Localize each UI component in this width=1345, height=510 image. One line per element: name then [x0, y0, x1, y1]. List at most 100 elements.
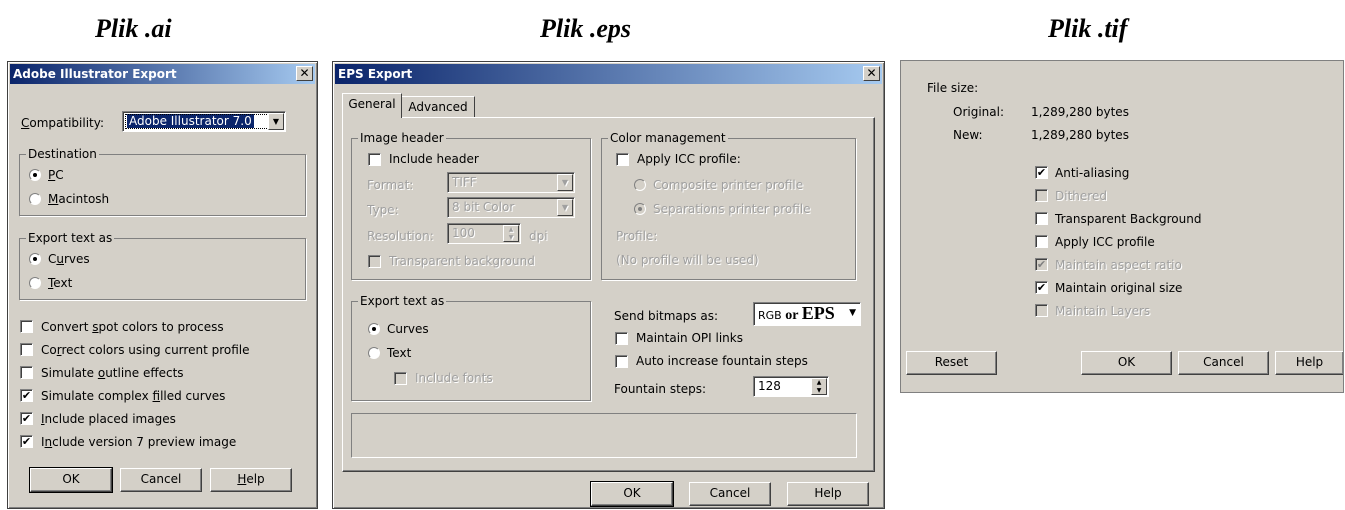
eps-curves-radio[interactable]: [368, 323, 380, 335]
maintain-layers-checkbox[interactable]: [1035, 304, 1048, 317]
composite-radio[interactable]: [634, 179, 646, 191]
correct-colors-checkbox[interactable]: [20, 343, 33, 356]
color-management-label: Color management: [608, 131, 728, 145]
include-header-checkbox[interactable]: [368, 153, 381, 166]
destination-pc-radio[interactable]: [29, 169, 41, 181]
reset-button[interactable]: Reset: [906, 351, 997, 375]
transparent-bg-label[interactable]: Transparent background: [389, 254, 535, 268]
chevron-down-icon[interactable]: ▼: [268, 113, 284, 130]
tab-general[interactable]: General: [342, 93, 402, 118]
heading-eps: Plik .eps: [540, 14, 631, 43]
tab-advanced[interactable]: Advanced: [401, 96, 475, 118]
fountain-steps-input[interactable]: 128 ▲ ▼: [753, 376, 829, 397]
eps-ok-button[interactable]: OK: [590, 481, 674, 507]
chevron-down-icon[interactable]: ▼: [849, 303, 856, 323]
eps-cancel-button[interactable]: Cancel: [689, 482, 771, 506]
simulate-complex-label[interactable]: Simulate complex filled curves: [41, 389, 225, 403]
heading-tif: Plik .tif: [1048, 14, 1128, 43]
eps-text-radio[interactable]: [368, 347, 380, 359]
export-text-option-label[interactable]: Text: [48, 276, 72, 290]
format-select[interactable]: TIFF ▼: [447, 172, 575, 193]
maintain-opi-label[interactable]: Maintain OPI links: [636, 331, 743, 345]
new-label: New:: [953, 128, 983, 142]
chevron-down-icon[interactable]: ▼: [557, 174, 573, 191]
chevron-down-icon[interactable]: ▼: [557, 199, 573, 216]
convert-spot-checkbox[interactable]: [20, 320, 33, 333]
auto-fountain-label[interactable]: Auto increase fountain steps: [636, 354, 808, 368]
composite-label[interactable]: Composite printer profile: [653, 178, 803, 192]
destination-mac-radio[interactable]: [29, 193, 41, 205]
ai-cancel-button[interactable]: Cancel: [120, 468, 202, 492]
apply-icc-label[interactable]: Apply ICC profile:: [637, 152, 741, 166]
include-preview-checkbox[interactable]: ✔: [20, 435, 33, 448]
color-management-group: Color management Apply ICC profile: Comp…: [601, 131, 856, 280]
compatibility-select[interactable]: Adobe Illustrator 7.0 ▼: [122, 111, 286, 132]
tif-apply-icc-label[interactable]: Apply ICC profile: [1055, 235, 1155, 249]
export-curves-label[interactable]: Curves: [48, 252, 90, 266]
close-icon[interactable]: ✕: [863, 66, 880, 81]
fountain-steps-label: Fountain steps:: [614, 382, 707, 396]
simulate-outline-label[interactable]: Simulate outline effects: [41, 366, 184, 380]
include-fonts-checkbox[interactable]: [394, 372, 407, 385]
heading-ai: Plik .ai: [95, 14, 172, 43]
simulate-complex-checkbox[interactable]: ✔: [20, 389, 33, 402]
maintain-aspect-label[interactable]: Maintain aspect ratio: [1055, 258, 1182, 272]
separations-label[interactable]: Separations printer profile: [653, 202, 811, 216]
ai-help-button[interactable]: Help: [210, 468, 292, 492]
resolution-input[interactable]: 100 ▲ ▼: [447, 223, 521, 244]
eps-curves-label[interactable]: Curves: [387, 322, 429, 336]
transparent-background-label[interactable]: Transparent Background: [1055, 212, 1201, 226]
original-value: 1,289,280 bytes: [1031, 105, 1129, 119]
eps-export-text-label: Export text as: [358, 294, 447, 308]
eps-text-label[interactable]: Text: [387, 346, 411, 360]
type-select[interactable]: 8 bit Color ▼: [447, 197, 575, 218]
correct-colors-label[interactable]: Correct colors using current profile: [41, 343, 250, 357]
tif-apply-icc-checkbox[interactable]: [1035, 235, 1048, 248]
maintain-original-size-checkbox[interactable]: ✔: [1035, 281, 1048, 294]
include-preview-label[interactable]: Include version 7 preview image: [41, 435, 236, 449]
maintain-opi-checkbox[interactable]: [615, 332, 628, 345]
image-header-group: Image header Include header Format: TIFF…: [351, 131, 591, 280]
transparent-background-checkbox[interactable]: [1035, 212, 1048, 225]
spinner-icon[interactable]: ▲ ▼: [811, 378, 827, 395]
dithered-label[interactable]: Dithered: [1055, 189, 1107, 203]
resolution-unit: dpi: [529, 229, 548, 243]
ai-export-dialog: Adobe Illustrator Export ✕ Compatibility…: [7, 61, 318, 509]
eps-help-button[interactable]: Help: [787, 482, 869, 506]
include-placed-label[interactable]: Include placed images: [41, 412, 176, 426]
ai-ok-button[interactable]: OK: [29, 467, 113, 493]
export-curves-radio[interactable]: [29, 253, 41, 265]
separations-radio[interactable]: [634, 203, 646, 215]
apply-icc-checkbox[interactable]: [616, 153, 629, 166]
close-icon[interactable]: ✕: [296, 66, 313, 81]
general-panel: Image header Include header Format: TIFF…: [342, 117, 875, 472]
description-box: [351, 413, 857, 458]
anti-aliasing-checkbox[interactable]: ✔: [1035, 166, 1048, 179]
tif-help-button[interactable]: Help: [1275, 351, 1343, 375]
export-text-radio[interactable]: [29, 277, 41, 289]
convert-spot-label[interactable]: Convert spot colors to process: [41, 320, 224, 334]
tif-ok-button[interactable]: OK: [1081, 351, 1172, 375]
send-bitmaps-select[interactable]: RGB or EPS ▼: [753, 302, 861, 326]
original-label: Original:: [953, 105, 1004, 119]
tif-cancel-button[interactable]: Cancel: [1178, 351, 1269, 375]
auto-fountain-checkbox[interactable]: [615, 355, 628, 368]
destination-group: Destination PC Macintosh: [19, 147, 306, 216]
maintain-aspect-checkbox[interactable]: ✔: [1035, 258, 1048, 271]
include-header-label[interactable]: Include header: [389, 152, 479, 166]
simulate-outline-checkbox[interactable]: [20, 366, 33, 379]
maintain-original-size-label[interactable]: Maintain original size: [1055, 281, 1182, 295]
anti-aliasing-label[interactable]: Anti-aliasing: [1055, 166, 1129, 180]
destination-mac-label[interactable]: Macintosh: [48, 192, 109, 206]
fountain-steps-value: 128: [758, 379, 781, 393]
transparent-bg-checkbox[interactable]: [368, 255, 381, 268]
new-value: 1,289,280 bytes: [1031, 128, 1129, 142]
dithered-checkbox[interactable]: [1035, 189, 1048, 202]
eps-export-text-group: Export text as Curves Text Include fonts: [351, 294, 591, 401]
export-text-group: Export text as Curves Text: [19, 231, 306, 300]
include-fonts-label[interactable]: Include fonts: [415, 371, 493, 385]
destination-pc-label[interactable]: PC: [48, 168, 64, 182]
spinner-icon[interactable]: ▲ ▼: [503, 225, 519, 242]
maintain-layers-label[interactable]: Maintain Layers: [1055, 304, 1150, 318]
include-placed-checkbox[interactable]: ✔: [20, 412, 33, 425]
